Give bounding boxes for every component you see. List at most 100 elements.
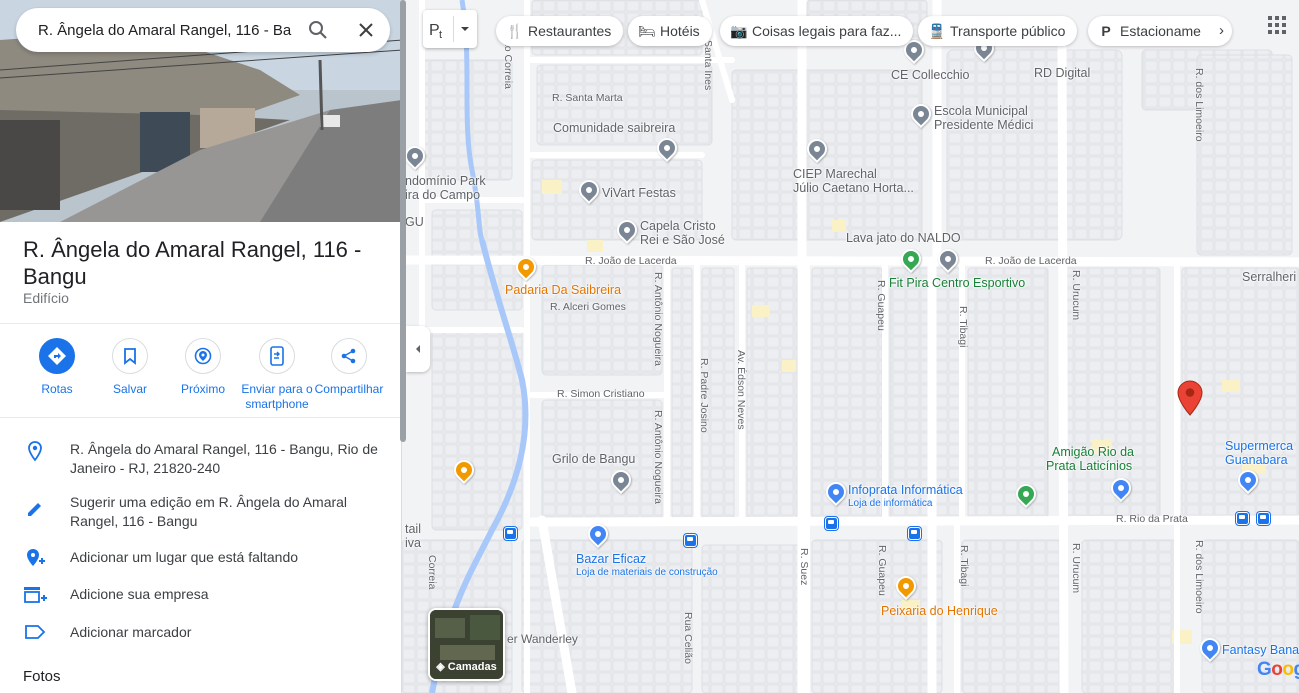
pegman-button[interactable]: P t — [423, 10, 477, 48]
poi-comunidade[interactable]: Comunidade saibreira — [553, 121, 675, 135]
bus-stop-icon[interactable] — [1236, 512, 1249, 525]
map-base-layer — [402, 0, 1299, 693]
poi-fitpira[interactable]: Fit Pira Centro Esportivo — [889, 276, 1025, 290]
street-label: R. Alceri Gomes — [550, 301, 626, 313]
chevron-left-icon — [416, 345, 420, 353]
nearby-icon — [194, 347, 212, 365]
street-label: R. João de Lacerda — [985, 255, 1077, 267]
add-label-row[interactable]: Adicionar marcador — [0, 623, 401, 642]
save-button[interactable]: Salvar — [93, 338, 167, 397]
search-box[interactable]: R. Ângela do Amaral Rangel, 116 - Ba — [16, 8, 390, 52]
chip-label: Coisas legais para faz... — [752, 23, 902, 39]
apps-grid-icon[interactable] — [1264, 12, 1290, 38]
chevron-right-icon[interactable]: › — [1219, 22, 1224, 39]
poi-peixaria[interactable]: Peixaria do Henrique — [881, 604, 998, 618]
chip-things-to-do[interactable]: 📷 Coisas legais para faz... — [720, 16, 914, 46]
address-row[interactable]: R. Ângela do Amaral Rangel, 116 - Bangu,… — [0, 440, 401, 478]
add-business-row[interactable]: Adicione sua empresa — [0, 585, 401, 605]
share-button[interactable]: Compartilhar — [312, 338, 386, 397]
directions-icon — [48, 347, 66, 365]
place-title: R. Ângela do Amaral Rangel, 116 - Bangu — [23, 237, 362, 289]
svg-text:t: t — [439, 29, 442, 41]
poi-infoprata[interactable]: Infoprata Informática — [848, 483, 963, 497]
layers-button[interactable]: ◈ Camadas — [428, 608, 505, 681]
poi-supermercado-line2[interactable]: Guanabara — [1225, 453, 1288, 467]
street-label: R. Urucum — [1070, 543, 1082, 594]
label-icon — [25, 625, 46, 639]
map-canvas[interactable]: R. Santa Marta R. João de Lacerda R. Joã… — [402, 0, 1299, 693]
bus-stop-icon[interactable] — [1257, 512, 1270, 525]
divider — [0, 417, 401, 418]
chip-parking[interactable]: P Estacioname › — [1088, 16, 1232, 46]
street-label: R. dos Limoeiro — [1193, 540, 1205, 614]
poi-collecchio[interactable]: CE Collecchio — [891, 68, 970, 82]
nearby-button[interactable]: Próximo — [166, 338, 240, 397]
poi-bazar-sub[interactable]: Loja de materiais de construção — [576, 566, 718, 580]
chip-restaurants[interactable]: 🍴 Restaurantes — [496, 16, 624, 46]
street-label: R. dos Limoeiro — [1193, 68, 1205, 142]
collapse-panel-button[interactable] — [406, 326, 430, 372]
poi-condominio[interactable]: ndomínio Park — [405, 174, 486, 188]
poi-retail-line2[interactable]: iva — [405, 536, 421, 550]
hotel-icon: 🛏 — [638, 22, 656, 39]
layers-label: ◈ Camadas — [430, 660, 503, 673]
poi-gu[interactable]: GU — [405, 215, 424, 229]
add-label-text: Adicionar marcador — [70, 624, 192, 640]
street-label: er Wanderley — [507, 632, 578, 646]
poi-escola[interactable]: Escola Municipal — [934, 104, 1028, 118]
poi-vivart[interactable]: ViVart Festas — [602, 186, 676, 200]
poi-amigao-line2[interactable]: Prata Laticínios — [1046, 459, 1132, 473]
street-label: R. Rio da Prata — [1116, 513, 1188, 525]
poi-ciep[interactable]: CIEP Marechal — [793, 167, 877, 181]
clear-search-button[interactable] — [342, 8, 390, 52]
send-to-phone-button[interactable]: Enviar para o smartphone — [239, 338, 315, 412]
street-label: R. Tibagi — [958, 545, 970, 587]
poi-ciep-line2[interactable]: Júlio Caetano Horta... — [793, 181, 914, 195]
bus-stop-icon[interactable] — [908, 527, 921, 540]
street-label: R. Santa Marta — [552, 92, 623, 104]
poi-capela-line2[interactable]: Rei e São José — [640, 233, 725, 247]
chip-hotels[interactable]: 🛏 Hotéis — [628, 16, 712, 46]
maps-app: R. Santa Marta R. João de Lacerda R. Joã… — [0, 0, 1299, 693]
panel-scrollbar[interactable] — [400, 0, 406, 442]
poi-grilo[interactable]: Grilo de Bangu — [552, 452, 635, 466]
poi-rd-digital[interactable]: RD Digital — [1034, 66, 1090, 80]
poi-lavajato[interactable]: Lava jato do NALDO — [846, 231, 961, 245]
restaurant-icon: 🍴 — [506, 22, 524, 39]
poi-amigao[interactable]: Amigão Rio da — [1052, 445, 1134, 459]
bus-stop-icon[interactable] — [684, 534, 697, 547]
poi-infoprata-sub[interactable]: Loja de informática — [848, 497, 933, 511]
street-label: Correia — [426, 555, 438, 590]
place-panel: R. Ângela do Amaral Rangel, 116 - Ba R. … — [0, 0, 402, 693]
bus-stop-icon[interactable] — [504, 527, 517, 540]
send-to-phone-icon — [270, 346, 284, 366]
chip-transit[interactable]: 🚆 Transporte público — [918, 16, 1078, 46]
poi-retail[interactable]: tail — [405, 522, 421, 536]
google-logo: Google — [1257, 659, 1299, 680]
poi-padaria[interactable]: Padaria Da Saibreira — [505, 283, 621, 297]
street-label: R. Suez — [798, 548, 810, 586]
transit-icon: 🚆 — [928, 22, 946, 39]
street-label: R. Antônio Nogueira — [652, 410, 664, 504]
directions-button[interactable]: Rotas — [20, 338, 94, 397]
share-icon — [341, 348, 356, 364]
poi-capela[interactable]: Capela Cristo — [640, 219, 716, 233]
bus-stop-icon[interactable] — [825, 517, 838, 530]
action-label: Compartilhar — [314, 382, 384, 396]
chip-label: Estacioname — [1120, 23, 1201, 39]
poi-fantasy[interactable]: Fantasy Bana — [1222, 643, 1299, 657]
street-label: R. Antônio Nogueira — [652, 272, 664, 366]
poi-bazar[interactable]: Bazar Eficaz — [576, 552, 646, 566]
poi-condominio-line2[interactable]: ira do Campo — [405, 188, 480, 202]
poi-serralheria[interactable]: Serralheri — [1242, 270, 1296, 284]
suggest-edit-row[interactable]: Sugerir uma edição em R. Ângela do Amara… — [0, 493, 401, 531]
layers-text: Camadas — [447, 661, 497, 673]
search-input[interactable]: R. Ângela do Amaral Rangel, 116 - Ba — [38, 22, 294, 39]
poi-escola-line2[interactable]: Presidente Médici — [934, 118, 1033, 132]
street-label: R. Urucum — [1070, 270, 1082, 321]
poi-supermercado[interactable]: Supermerca — [1225, 439, 1293, 453]
location-marker-icon[interactable] — [1177, 380, 1203, 416]
add-place-row[interactable]: Adicionar um lugar que está faltando — [0, 548, 401, 568]
street-label: R. Simon Cristiano — [557, 388, 645, 400]
search-button[interactable] — [294, 8, 342, 52]
